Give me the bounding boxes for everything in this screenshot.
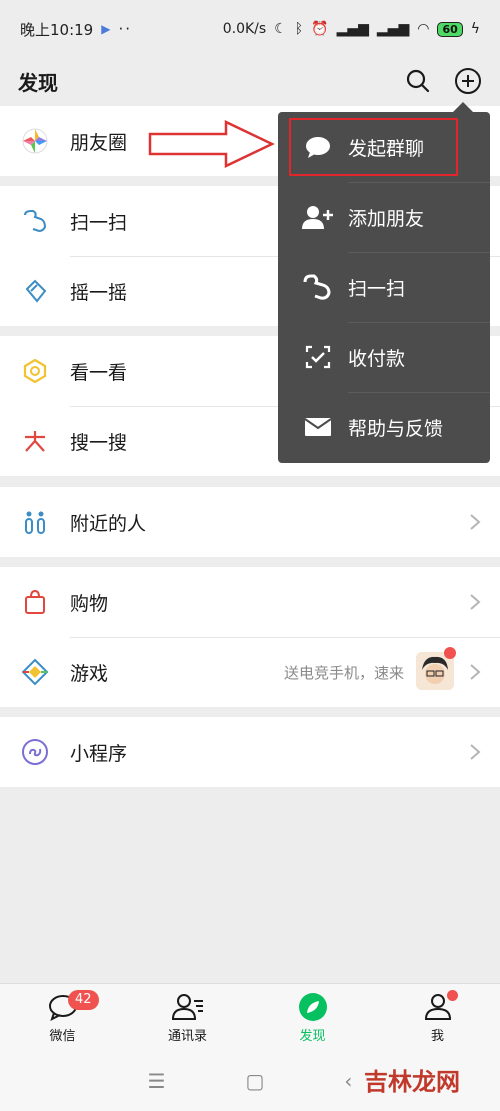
list-item-games[interactable]: 游戏 送电竞手机，速来 xyxy=(0,637,500,707)
top-stories-icon xyxy=(20,356,50,386)
unread-badge: 42 xyxy=(68,990,99,1010)
bottom-tab-bar: 微信 42 通讯录 发现 我 xyxy=(0,983,500,1051)
title-bar: 发现 xyxy=(0,58,500,104)
new-dot-indicator xyxy=(444,647,456,659)
tab-label: 发现 xyxy=(299,1029,326,1044)
menu-item-label: 收付款 xyxy=(348,347,406,370)
status-time: 晚上10:19 xyxy=(20,20,94,39)
chevron-right-icon xyxy=(468,742,482,762)
tab-chats[interactable]: 微信 42 xyxy=(0,984,125,1051)
network-speed: 0.0K/s xyxy=(222,21,267,37)
search-icon[interactable] xyxy=(404,67,432,95)
list-item-mini-programs[interactable]: 小程序 xyxy=(0,717,500,787)
new-dot-indicator xyxy=(447,990,458,1001)
shopping-bag-icon xyxy=(20,587,50,617)
list-item-shopping[interactable]: 购物 xyxy=(0,567,500,637)
tab-label: 我 xyxy=(430,1029,444,1044)
people-nearby-icon xyxy=(20,507,50,537)
chevron-right-icon xyxy=(468,512,482,532)
add-plus-icon[interactable] xyxy=(454,67,482,95)
menu-item-scan[interactable]: 扫一扫 xyxy=(278,252,490,322)
contacts-icon xyxy=(171,991,204,1023)
chevron-right-icon xyxy=(468,592,482,612)
games-icon xyxy=(20,657,50,687)
compass-icon xyxy=(297,991,329,1023)
page-title: 发现 xyxy=(18,70,58,95)
tab-discover[interactable]: 发现 xyxy=(250,984,375,1051)
back-icon[interactable]: ‹ xyxy=(344,1069,352,1093)
wifi-icon: ◠ xyxy=(417,21,430,37)
shake-icon xyxy=(20,276,50,306)
list-item-label: 附近的人 xyxy=(70,512,147,535)
tab-me[interactable]: 我 xyxy=(375,984,500,1051)
mail-icon xyxy=(302,413,334,441)
menu-item-help-feedback[interactable]: 帮助与反馈 xyxy=(278,392,490,462)
chevron-right-icon xyxy=(468,662,482,682)
charging-icon: ϟ xyxy=(470,21,480,37)
annotation-arrow xyxy=(148,120,275,168)
tab-label: 微信 xyxy=(49,1029,76,1044)
battery-indicator: 60 xyxy=(437,21,463,37)
menu-item-money[interactable]: 收付款 xyxy=(278,322,490,392)
moon-icon: ☾ xyxy=(274,21,287,37)
bluetooth-icon: ᛒ xyxy=(294,21,304,37)
menu-item-add-friend[interactable]: 添加朋友 xyxy=(278,182,490,252)
menu-item-label: 扫一扫 xyxy=(348,277,406,300)
play-icon: ▶ xyxy=(101,22,111,36)
group-nearby: 附近的人 xyxy=(0,487,500,557)
payment-icon xyxy=(302,343,334,371)
list-item-people-nearby[interactable]: 附近的人 xyxy=(0,487,500,557)
menu-item-label: 添加朋友 xyxy=(348,207,425,230)
add-friend-icon xyxy=(302,203,334,231)
games-promo-text: 送电竞手机，速来 xyxy=(283,663,404,682)
status-bar: 晚上10:19 ▶ ·· 0.0K/s ☾ ᛒ ⏰ ▂▄▆ ▂▄▆ ◠ 60 ϟ xyxy=(0,0,500,58)
annotation-highlight-box xyxy=(289,118,458,176)
popup-caret xyxy=(453,102,473,112)
list-item-label: 朋友圈 xyxy=(70,131,128,154)
menu-item-label: 帮助与反馈 xyxy=(348,417,444,440)
signal-icon: ▂▄▆ xyxy=(336,21,369,37)
scan-icon xyxy=(302,273,334,301)
menu-icon[interactable]: ☰ xyxy=(148,1069,166,1093)
alarm-icon: ⏰ xyxy=(311,21,329,37)
scan-icon xyxy=(20,206,50,236)
list-item-label: 扫一扫 xyxy=(70,211,128,234)
mini-programs-icon xyxy=(20,737,50,767)
tab-label: 通讯录 xyxy=(167,1029,207,1044)
group-shop-games: 购物 游戏 送电竞手机，速来 xyxy=(0,567,500,707)
moments-icon xyxy=(20,126,50,156)
more-notifications-icon: ·· xyxy=(118,20,133,38)
home-icon[interactable]: ▢ xyxy=(246,1069,265,1093)
signal-icon-2: ▂▄▆ xyxy=(376,21,410,37)
list-item-label: 购物 xyxy=(70,592,109,615)
list-item-label: 小程序 xyxy=(70,742,128,765)
list-item-label: 游戏 xyxy=(70,662,109,685)
search-feature-icon xyxy=(20,426,50,456)
list-item-label: 摇一摇 xyxy=(70,281,128,304)
list-item-label: 搜一搜 xyxy=(70,431,128,454)
watermark: 吉林龙网 xyxy=(364,1068,460,1096)
group-mini-programs: 小程序 xyxy=(0,717,500,787)
tab-contacts[interactable]: 通讯录 xyxy=(125,984,250,1051)
list-item-label: 看一看 xyxy=(70,361,128,384)
